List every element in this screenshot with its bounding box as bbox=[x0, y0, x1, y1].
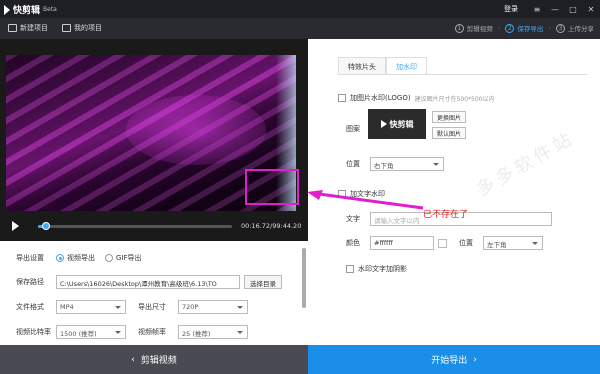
step-separator: › bbox=[497, 24, 501, 32]
app-beta-label: Beta bbox=[43, 6, 57, 13]
video-glow bbox=[126, 95, 266, 165]
login-link[interactable]: 登录 bbox=[504, 4, 518, 14]
chevron-right-icon: › bbox=[473, 354, 477, 365]
step-export[interactable]: 2 保存导出 bbox=[505, 23, 543, 33]
video-export-radio[interactable] bbox=[56, 254, 64, 262]
player-controls: 00:16.72/99:44.20 bbox=[0, 211, 308, 241]
step-number: 3 bbox=[556, 23, 565, 33]
menu-icon[interactable]: ≡ bbox=[528, 0, 546, 18]
export-mode-row: 导出设置 视频导出 GIF导出 bbox=[16, 253, 152, 263]
step-indicator: 1 剪辑视频 › 2 保存导出 › 3 上传分享 bbox=[454, 23, 594, 33]
step-number: 1 bbox=[454, 23, 464, 33]
watermark-highlight-box bbox=[245, 169, 299, 205]
logo-preview-text: 快剪辑 bbox=[389, 119, 414, 129]
export-size-select[interactable]: 720P bbox=[178, 300, 248, 314]
image-position-select[interactable]: 右下角 bbox=[370, 157, 444, 171]
format-row: 文件格式 MP4 导出尺寸 720P bbox=[16, 300, 248, 314]
maximize-icon[interactable]: □ bbox=[564, 0, 582, 18]
shadow-label: 水印文字加阴影 bbox=[358, 265, 407, 273]
new-project-icon bbox=[8, 24, 17, 32]
browse-button[interactable]: 选择目录 bbox=[244, 275, 282, 289]
bitrate-row: 视频比特率 1500 (推荐) 视频帧率 25 (推荐) bbox=[16, 325, 248, 339]
my-projects-button[interactable]: 我的项目 bbox=[62, 23, 102, 33]
gif-export-radio[interactable] bbox=[105, 254, 113, 262]
bitrate-select[interactable]: 1500 (推荐) bbox=[56, 325, 126, 339]
file-format-label: 文件格式 bbox=[16, 303, 44, 311]
playback-time: 00:16.72/99:44.20 bbox=[241, 222, 302, 230]
chevron-left-icon: ‹ bbox=[131, 354, 135, 365]
image-position-label: 位置 bbox=[346, 160, 360, 168]
step-edit[interactable]: 1 剪辑视频 bbox=[454, 23, 493, 33]
step-share[interactable]: 3 上传分享 bbox=[556, 23, 594, 33]
logo-preview: 快剪辑 bbox=[368, 109, 426, 139]
color-row: 颜色 #ffffff 位置 左下角 bbox=[346, 236, 543, 250]
tabs-divider bbox=[338, 74, 588, 75]
shadow-checkbox[interactable] bbox=[346, 265, 354, 273]
app-logo: 快剪辑 Beta bbox=[4, 3, 57, 16]
export-size-label: 导出尺寸 bbox=[138, 303, 166, 311]
fps-select[interactable]: 25 (推荐) bbox=[178, 325, 248, 339]
panel-tabs: 特效片头 加水印 bbox=[338, 57, 427, 75]
title-bar: 快剪辑 Beta 登录 ≡ — □ ✕ bbox=[0, 0, 600, 18]
text-label: 文字 bbox=[346, 215, 360, 223]
text-position-label: 位置 bbox=[459, 239, 473, 247]
image-position-row: 位置 右下角 bbox=[346, 157, 444, 171]
minimize-icon[interactable]: — bbox=[546, 0, 564, 18]
image-watermark-checkbox[interactable] bbox=[338, 94, 346, 102]
toolbar: 新建项目 我的项目 1 剪辑视频 › 2 保存导出 › 3 上传分享 bbox=[0, 18, 600, 39]
save-path-field[interactable]: C:\Users\16026\Desktop\潭州教育\高级班\6.13\TO bbox=[56, 275, 240, 289]
window-controls: 登录 ≡ — □ ✕ bbox=[504, 0, 600, 18]
start-export-label: 开始导出 bbox=[431, 356, 468, 366]
bitrate-label: 视频比特率 bbox=[16, 328, 51, 336]
tab-effects[interactable]: 特效片头 bbox=[338, 57, 386, 75]
export-settings-panel: 导出设置 视频导出 GIF导出 保存路径 C:\Users\16026\Desk… bbox=[0, 241, 308, 345]
step-label: 剪辑视频 bbox=[466, 25, 493, 33]
step-separator: › bbox=[548, 24, 551, 32]
step-label: 上传分享 bbox=[568, 25, 594, 33]
file-format-select[interactable]: MP4 bbox=[56, 300, 126, 314]
save-path-row: 保存路径 C:\Users\16026\Desktop\潭州教育\高级班\6.1… bbox=[16, 275, 282, 289]
image-watermark-hint: 建议图片尺寸在500*500以内 bbox=[414, 95, 495, 103]
image-watermark-row: 加图片水印(LOGO) 建议图片尺寸在500*500以内 bbox=[338, 93, 494, 103]
new-project-button[interactable]: 新建项目 bbox=[8, 23, 48, 33]
image-watermark-label: 加图片水印(LOGO) bbox=[350, 94, 411, 102]
step-number: 2 bbox=[505, 23, 515, 33]
back-to-edit-label: 剪辑视频 bbox=[140, 356, 177, 366]
shadow-row: 水印文字加阴影 bbox=[346, 264, 407, 274]
annotation-arrow-icon bbox=[307, 190, 424, 210]
color-swatch[interactable] bbox=[438, 238, 447, 248]
app-name: 快剪辑 bbox=[13, 6, 41, 16]
progress-knob[interactable] bbox=[41, 222, 50, 230]
color-label: 颜色 bbox=[346, 239, 360, 247]
settings-scrollbar[interactable] bbox=[302, 248, 306, 308]
tab-watermark[interactable]: 加水印 bbox=[386, 57, 427, 75]
close-icon[interactable]: ✕ bbox=[582, 0, 600, 18]
start-export-button[interactable]: 开始导出 › bbox=[308, 345, 600, 374]
fps-label: 视频帧率 bbox=[138, 328, 166, 336]
play-logo-icon bbox=[380, 120, 387, 128]
back-to-edit-button[interactable]: ‹ 剪辑视频 bbox=[0, 345, 308, 374]
save-path-label: 保存路径 bbox=[16, 278, 44, 286]
gif-export-label: GIF导出 bbox=[116, 254, 142, 262]
new-project-label: 新建项目 bbox=[20, 24, 48, 32]
my-projects-label: 我的项目 bbox=[74, 24, 102, 32]
annotation-note: 已不存在了 bbox=[423, 210, 469, 220]
folder-icon bbox=[62, 24, 71, 32]
play-logo-icon bbox=[4, 4, 10, 15]
default-image-button[interactable]: 默认图片 bbox=[432, 127, 467, 139]
step-label: 保存导出 bbox=[517, 25, 544, 33]
pattern-label: 图案 bbox=[346, 125, 360, 133]
export-settings-label: 导出设置 bbox=[16, 254, 44, 262]
change-image-button[interactable]: 更换图片 bbox=[432, 111, 467, 123]
progress-bar[interactable] bbox=[38, 222, 232, 230]
text-position-select[interactable]: 左下角 bbox=[483, 236, 543, 250]
color-input[interactable]: #ffffff bbox=[370, 236, 434, 250]
video-export-label: 视频导出 bbox=[67, 254, 95, 262]
play-icon[interactable] bbox=[12, 221, 19, 231]
